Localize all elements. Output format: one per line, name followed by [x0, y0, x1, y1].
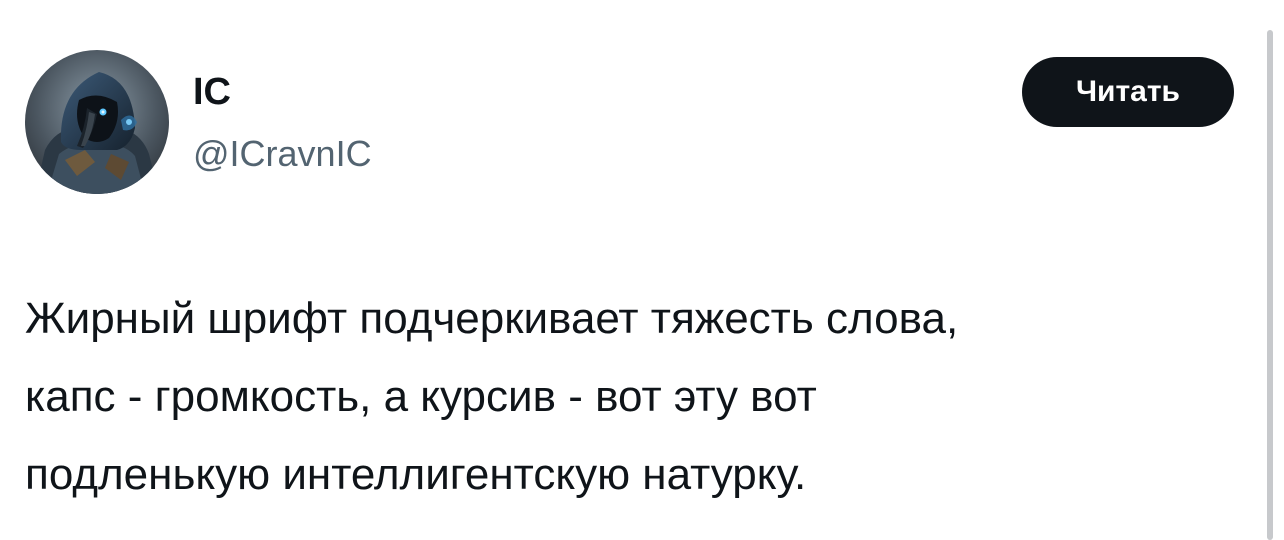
avatar[interactable]	[25, 50, 169, 194]
tweet-text-line: капс - громкость, а курсив - вот эту вот	[25, 372, 817, 421]
scrollbar[interactable]	[1267, 30, 1273, 540]
author-handle[interactable]: @ICravnIC	[193, 133, 372, 175]
tweet-text-line: Жирный шрифт подчеркивает тяжесть слова,	[25, 294, 959, 343]
tweet-text-line: подленькую интеллигентскую натурку.	[25, 450, 807, 499]
author-display-name[interactable]: IC	[193, 70, 231, 114]
hooded-raven-knight-avatar-icon	[25, 50, 169, 194]
follow-button[interactable]: Читать	[1022, 57, 1234, 127]
tweet-text: Жирный шрифт подчеркивает тяжесть слова,…	[25, 280, 1240, 514]
